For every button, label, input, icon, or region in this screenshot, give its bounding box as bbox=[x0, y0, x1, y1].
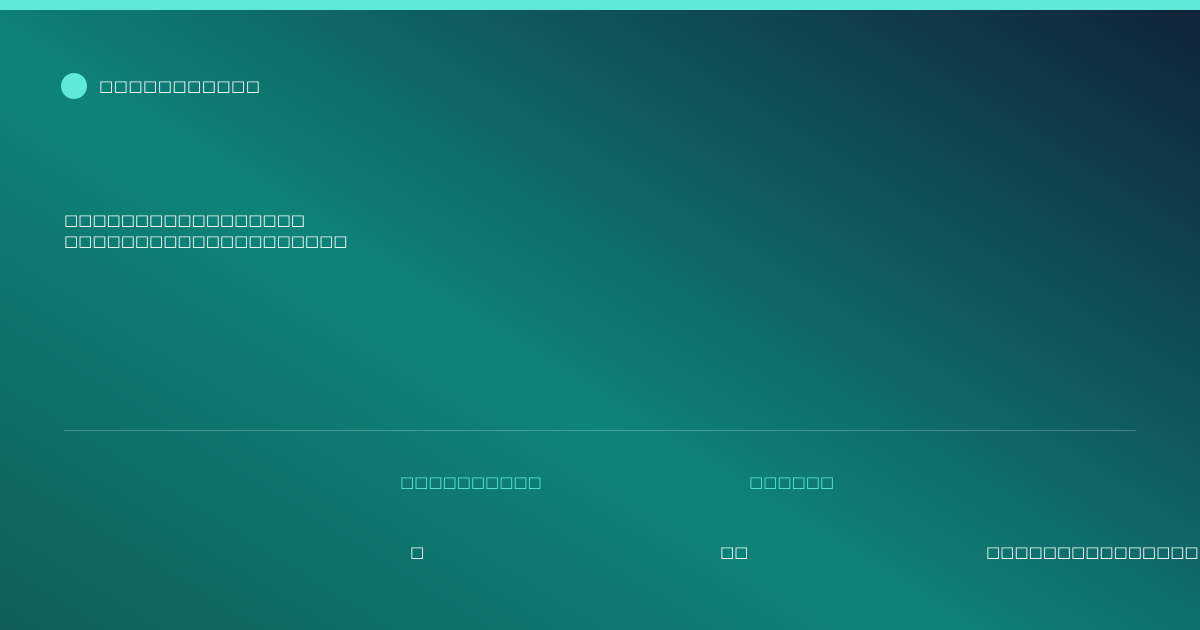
divider bbox=[64, 430, 1136, 431]
stat-value-1: □ bbox=[410, 543, 425, 561]
headline: □□□□□□□□□□□□□□□□□ □□□□□□□□□□□□□□□□□□□□ bbox=[64, 210, 348, 252]
top-accent-bar bbox=[0, 0, 1200, 10]
brand-circle-icon bbox=[61, 73, 87, 99]
stat-value-3: □□□□□□□□□□□□□□□ bbox=[986, 543, 1199, 561]
headline-line-2: □□□□□□□□□□□□□□□□□□□□ bbox=[64, 232, 348, 250]
brand: □□□□□□□□□□□ bbox=[61, 73, 260, 99]
headline-line-1: □□□□□□□□□□□□□□□□□ bbox=[64, 211, 305, 229]
stat-value-2: □□ bbox=[720, 543, 749, 561]
brand-name: □□□□□□□□□□□ bbox=[99, 77, 261, 95]
stat-label-1: □□□□□□□□□□ bbox=[400, 473, 542, 491]
stat-label-2: □□□□□□ bbox=[749, 473, 835, 491]
